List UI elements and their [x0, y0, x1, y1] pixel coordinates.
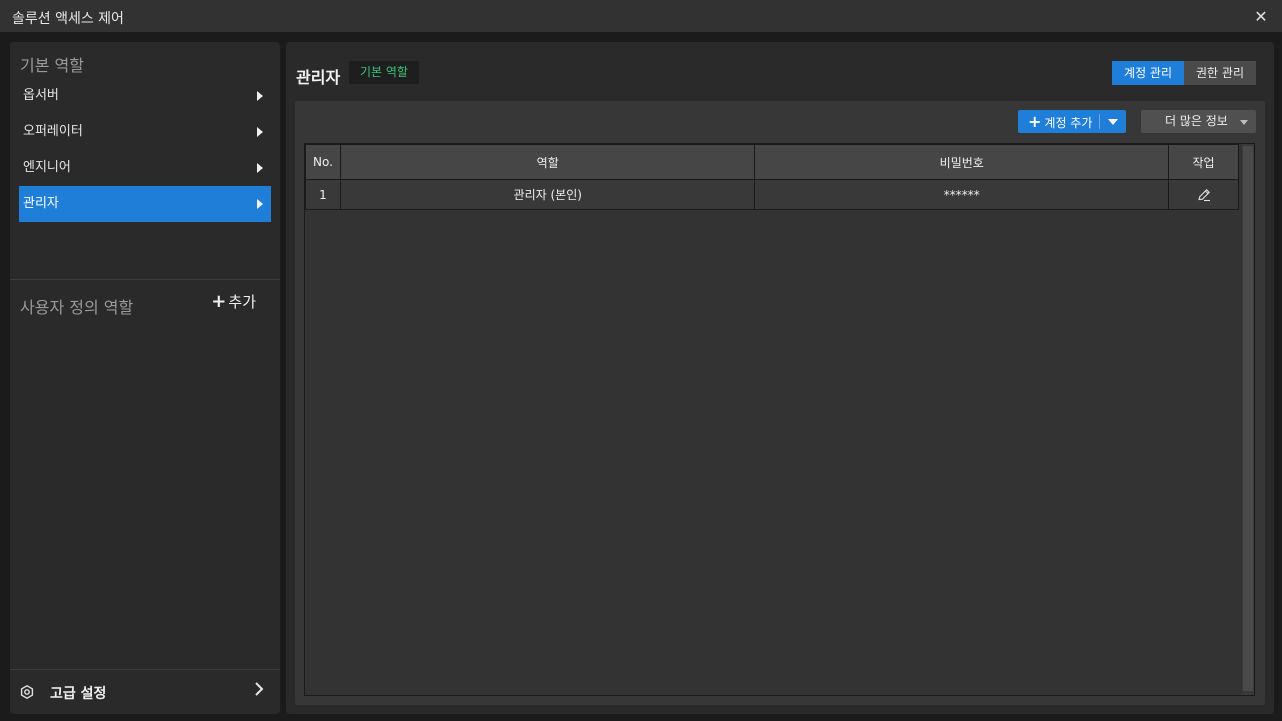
- tab-permission-management[interactable]: 권한 관리: [1184, 61, 1256, 85]
- cell-password: ******: [754, 179, 1170, 210]
- caret-right-icon: [257, 127, 263, 137]
- custom-roles-title: 사용자 정의 역할: [20, 298, 134, 317]
- sidebar-item-administrator[interactable]: 관리자: [19, 186, 271, 222]
- sidebar-item-label: 관리자: [23, 196, 59, 211]
- more-info-dropdown[interactable]: 더 많은 정보: [1141, 110, 1256, 133]
- sidebar-item-operator[interactable]: 오퍼레이터: [19, 114, 271, 150]
- account-panel: + 계정 추가 더 많은 정보 No. 역할 비밀번호 작업 1 관리자 (본인…: [295, 101, 1265, 705]
- window-title: 솔루션 액세스 제어: [12, 11, 124, 27]
- more-info-label: 더 많은 정보: [1165, 114, 1228, 128]
- tab-group: 계정 관리 권한 관리: [1112, 61, 1256, 85]
- role-type-badge: 기본 역할: [349, 61, 419, 84]
- cell-no: 1: [305, 179, 341, 210]
- gear-icon: [20, 685, 34, 699]
- add-account-main[interactable]: + 계정 추가: [1018, 112, 1101, 131]
- table-row[interactable]: 1 관리자 (본인) ******: [305, 179, 1239, 210]
- edit-icon[interactable]: [1196, 187, 1212, 203]
- column-header-no[interactable]: No.: [305, 144, 341, 180]
- cell-actions: [1168, 179, 1239, 210]
- add-account-dropdown-icon[interactable]: [1100, 110, 1126, 133]
- plus-icon: +: [211, 291, 227, 312]
- default-roles-title: 기본 역할: [20, 56, 84, 75]
- plus-icon: +: [1028, 112, 1042, 131]
- sidebar-item-label: 옵서버: [23, 88, 59, 103]
- cell-role: 관리자 (본인): [339, 179, 756, 210]
- table-header-row: No. 역할 비밀번호 작업: [305, 144, 1239, 180]
- sidebar-item-engineer[interactable]: 엔지니어: [19, 150, 271, 186]
- column-header-password[interactable]: 비밀번호: [754, 144, 1170, 180]
- add-account-button[interactable]: + 계정 추가: [1018, 110, 1127, 133]
- caret-right-icon: [257, 199, 263, 209]
- add-custom-role-button[interactable]: + 추가: [211, 291, 256, 312]
- page-title: 관리자: [296, 68, 341, 87]
- add-account-label: 계정 추가: [1044, 116, 1093, 130]
- caret-right-icon: [257, 163, 263, 173]
- tab-account-management[interactable]: 계정 관리: [1112, 61, 1185, 85]
- add-custom-role-label: 추가: [228, 293, 256, 311]
- advanced-settings-button[interactable]: 고급 설정: [10, 669, 280, 714]
- advanced-settings-label: 고급 설정: [50, 686, 107, 702]
- sidebar: 기본 역할 옵서버 오퍼레이터 엔지니어 관리자 사용자 정의 역할 + 추가 고…: [10, 42, 280, 714]
- column-header-role[interactable]: 역할: [339, 144, 756, 180]
- scrollbar-thumb[interactable]: [1243, 146, 1253, 691]
- sidebar-item-label: 엔지니어: [23, 160, 71, 175]
- sidebar-item-label: 오퍼레이터: [23, 124, 83, 139]
- sidebar-divider: [10, 279, 280, 280]
- accounts-table: No. 역할 비밀번호 작업 1 관리자 (본인) ******: [304, 143, 1255, 696]
- column-header-actions: 작업: [1168, 144, 1239, 180]
- close-icon[interactable]: ✕: [1250, 6, 1272, 28]
- caret-right-icon: [257, 91, 263, 101]
- title-bar: 솔루션 액세스 제어 ✕: [0, 0, 1282, 33]
- chevron-down-icon: [1240, 120, 1248, 125]
- vertical-scrollbar[interactable]: [1242, 144, 1254, 695]
- main-panel: 관리자 기본 역할 계정 관리 권한 관리 + 계정 추가 더 많은 정보 No.…: [286, 42, 1274, 714]
- sidebar-item-observer[interactable]: 옵서버: [19, 78, 271, 114]
- chevron-right-icon: [255, 682, 264, 696]
